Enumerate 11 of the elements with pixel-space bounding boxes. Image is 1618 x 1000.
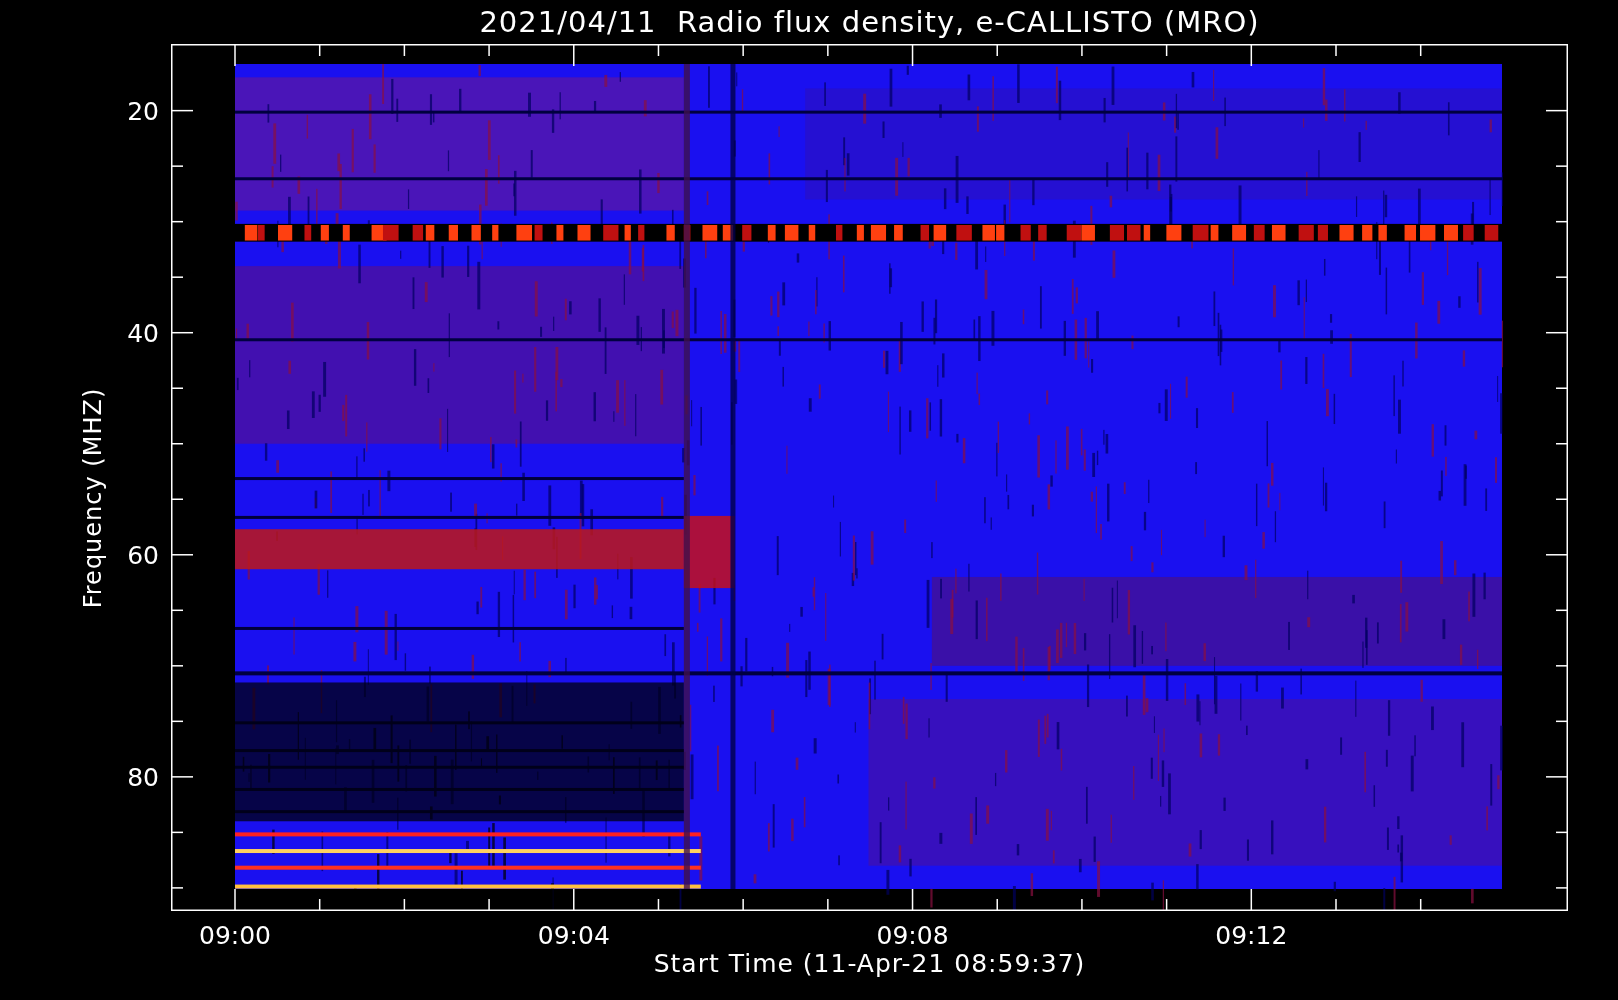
x-tick-label: 09:12 — [1215, 921, 1288, 950]
chart-title: 2021/04/11 Radio flux density, e-CALLISTO (MRO) — [478, 5, 1261, 39]
x-axis-label: Start Time (11-Apr-21 08:59:37) — [652, 949, 1087, 978]
y-tick-label: 60 — [127, 540, 159, 570]
x-tick-label: 09:08 — [876, 921, 949, 950]
y-axis-label: Frequency (MHZ) — [79, 387, 107, 608]
x-tick-label: 09:04 — [537, 921, 610, 950]
x-tick-label: 09:00 — [199, 921, 271, 950]
y-tick-label: 20 — [127, 96, 159, 126]
y-tick-label: 80 — [127, 762, 159, 792]
y-tick-label: 40 — [127, 318, 159, 348]
